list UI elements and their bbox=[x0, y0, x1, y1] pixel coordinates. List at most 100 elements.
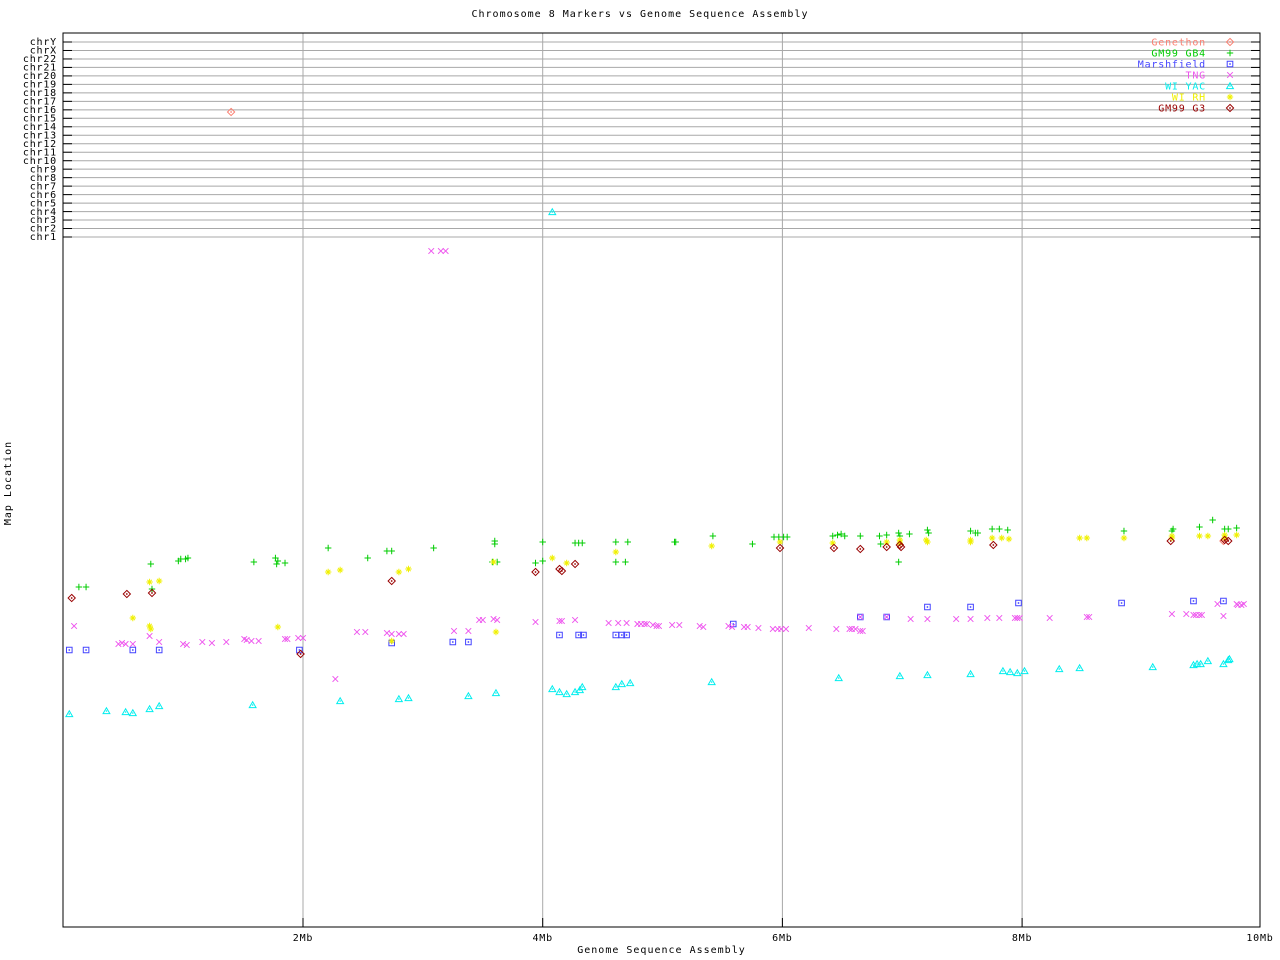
legend-label-gm99-gb4: GM99 GB4 bbox=[1151, 49, 1206, 60]
wi-rh-marker-shape bbox=[883, 538, 890, 546]
wi-yac-marker-dot bbox=[105, 710, 108, 712]
tng-marker bbox=[924, 615, 931, 623]
tng-marker bbox=[1168, 610, 1176, 618]
gm99-gb4-marker bbox=[364, 554, 371, 562]
marshfield-marker-dot bbox=[577, 634, 580, 636]
gm99-gb4-marker-shape bbox=[388, 547, 395, 555]
tng-marker-shape bbox=[295, 634, 302, 642]
wi-yac-marker-dot bbox=[574, 691, 576, 693]
gm99-gb4-marker bbox=[834, 531, 841, 539]
wi-yac-marker bbox=[1005, 667, 1015, 676]
marshfield-marker-dot bbox=[1222, 600, 1225, 602]
wi-rh-marker-shape bbox=[129, 614, 137, 622]
tng-marker bbox=[1214, 600, 1221, 608]
gm99-gb4-marker-shape bbox=[1120, 527, 1128, 535]
wi-rh-marker bbox=[1204, 532, 1212, 540]
wi-rh-marker-shape bbox=[405, 565, 412, 573]
tng-marker bbox=[984, 614, 991, 622]
legend-marker-wi-rh bbox=[1226, 93, 1234, 101]
gm99-gb4-marker-shape bbox=[988, 525, 996, 533]
wi-rh-marker-shape bbox=[1076, 534, 1083, 542]
gm99-gb4-marker-shape bbox=[906, 530, 913, 538]
marshfield-marker bbox=[1220, 597, 1227, 605]
wi-rh-marker-shape bbox=[388, 637, 395, 645]
tng-marker bbox=[208, 639, 216, 647]
gm99-gb4-marker bbox=[1004, 526, 1011, 534]
tng-marker-shape bbox=[156, 638, 163, 646]
gm99-gb4-marker-shape bbox=[1225, 525, 1232, 533]
legend-marker-genethon-dot bbox=[1229, 41, 1231, 43]
wi-rh-marker-shape bbox=[336, 566, 344, 574]
wi-rh-marker bbox=[1233, 531, 1240, 539]
gm99-gb4-marker-shape bbox=[75, 583, 83, 591]
gm99-gb4-marker bbox=[75, 583, 83, 591]
plot-svg: chrYchrXchr22chr21chr20chr19chr18chr17ch… bbox=[23, 32, 1273, 944]
tng-marker-shape bbox=[778, 625, 785, 633]
legend-marker-gm99-g3-dot bbox=[1229, 107, 1231, 109]
tng-marker bbox=[1183, 610, 1190, 618]
tng-marker-shape bbox=[129, 640, 136, 648]
wi-rh-marker bbox=[274, 623, 282, 631]
wi-yac-marker-dot bbox=[621, 683, 623, 685]
gm99-gb4-marker-shape bbox=[622, 558, 629, 566]
wi-rh-marker-shape bbox=[395, 568, 403, 576]
gm99-gb4-marker-shape bbox=[672, 538, 679, 546]
wi-rh-marker bbox=[129, 614, 137, 622]
wi-rh-marker bbox=[549, 554, 556, 562]
tng-marker bbox=[395, 630, 403, 638]
gm99-g3-marker-dot bbox=[534, 571, 537, 573]
marshfield-marker bbox=[155, 646, 163, 654]
tng-marker bbox=[255, 637, 262, 645]
wi-yac-marker-dot bbox=[1207, 660, 1209, 662]
gm99-gb4-marker bbox=[324, 544, 332, 552]
gm99-gb4-marker bbox=[273, 560, 280, 568]
wi-yac-marker bbox=[1054, 664, 1064, 673]
tng-marker-shape bbox=[769, 625, 776, 633]
tng-marker-shape bbox=[605, 619, 612, 627]
gm99-gb4-marker-shape bbox=[895, 558, 902, 566]
wi-yac-marker bbox=[1148, 662, 1158, 671]
tng-marker bbox=[362, 628, 369, 636]
wi-yac-marker bbox=[491, 688, 501, 697]
wi-yac-marker bbox=[121, 707, 130, 716]
tng-marker bbox=[388, 630, 395, 638]
wi-rh-marker bbox=[708, 542, 715, 550]
wi-rh-marker-shape bbox=[492, 628, 500, 636]
legend-marker-gm99-g3 bbox=[1225, 103, 1235, 113]
wi-yac-marker-dot bbox=[551, 688, 554, 690]
tng-marker-shape bbox=[833, 625, 840, 633]
tng-marker-shape bbox=[1168, 610, 1176, 618]
tng-marker bbox=[883, 613, 890, 621]
plot-border bbox=[62, 32, 1261, 928]
wi-yac-marker-dot bbox=[565, 693, 568, 695]
gm99-g3-marker-dot bbox=[1227, 540, 1230, 542]
wi-yac-marker-dot bbox=[710, 681, 713, 683]
x-tick-label-6Mb: 6Mb bbox=[772, 933, 792, 944]
gm99-g3-marker bbox=[387, 576, 396, 586]
gm99-gb4-marker-shape bbox=[532, 559, 539, 567]
tng-marker-shape bbox=[883, 613, 890, 621]
gm99-gb4-marker bbox=[895, 558, 902, 566]
wi-rh-marker-shape bbox=[274, 623, 282, 631]
tng-marker-shape bbox=[984, 614, 991, 622]
tng-marker bbox=[353, 628, 361, 636]
gm99-g3-marker-dot bbox=[574, 563, 576, 565]
tng-marker-shape bbox=[70, 622, 78, 630]
wi-yac-marker-dot bbox=[615, 686, 617, 688]
wi-yac-marker-dot bbox=[158, 705, 160, 707]
tng-marker bbox=[615, 619, 622, 627]
gm99-gb4-marker-shape bbox=[1196, 523, 1203, 531]
gm99-gb4-marker bbox=[388, 547, 395, 555]
wi-yac-marker bbox=[555, 687, 564, 696]
wi-yac-marker-dot bbox=[1058, 668, 1061, 670]
tng-marker-shape bbox=[388, 630, 395, 638]
wi-yac-marker bbox=[1013, 668, 1022, 677]
tng-marker-shape bbox=[362, 628, 369, 636]
gm99-gb4-marker bbox=[491, 540, 498, 548]
tng-marker-shape bbox=[755, 624, 762, 632]
tng-marker bbox=[442, 247, 449, 255]
marshfield-marker-dot bbox=[68, 649, 71, 651]
gm99-gb4-marker-shape bbox=[829, 532, 836, 540]
tng-marker bbox=[833, 625, 840, 633]
tng-marker bbox=[465, 627, 472, 635]
